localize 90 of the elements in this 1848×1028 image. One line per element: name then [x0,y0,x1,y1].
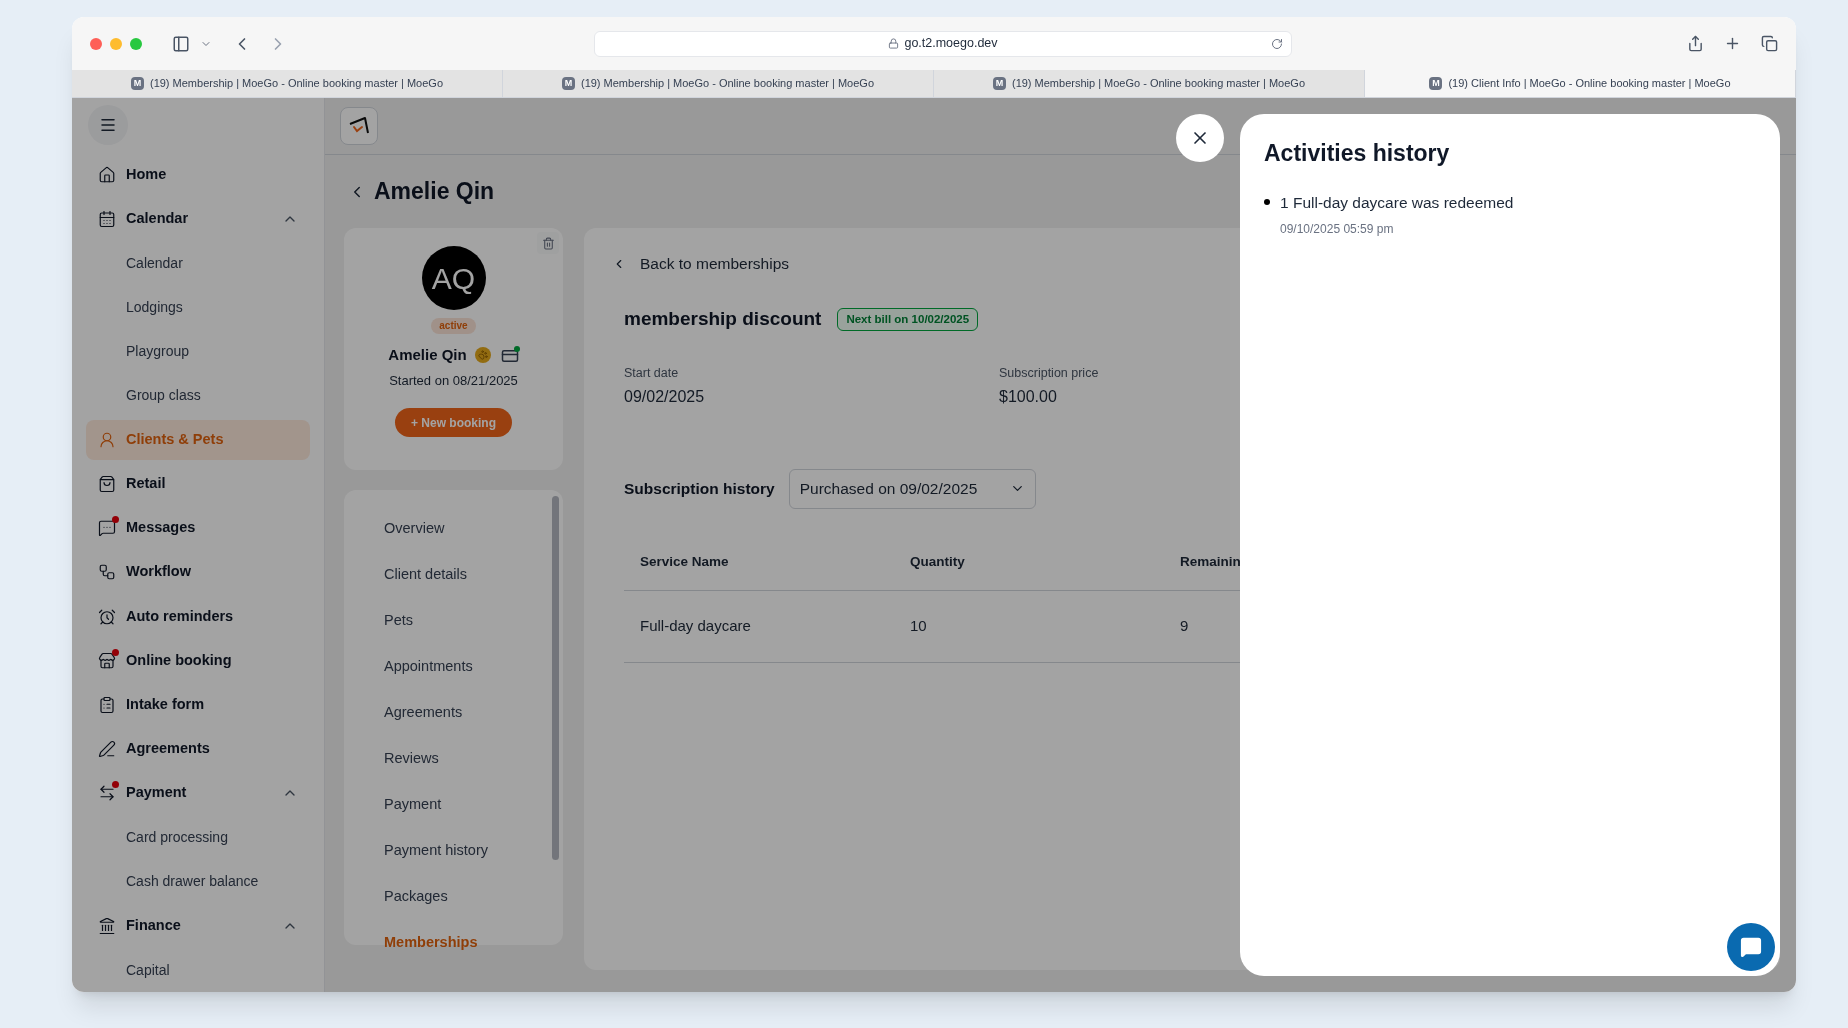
page-title: Amelie Qin [374,177,495,207]
sidebar-item[interactable]: Retail [86,464,310,504]
reload-icon[interactable] [1271,37,1283,50]
tab-title: (19) Client Info | MoeGo - Online booking master | MoeGo [1448,76,1731,92]
url-text: go.t2.moego.dev [904,35,998,53]
client-nav-item[interactable]: Packages [384,886,448,908]
sidebar-toggle-icon[interactable] [172,34,190,53]
workflow-icon [98,563,116,582]
sidebar-item[interactable]: Calendar [86,198,310,239]
client-nav-item[interactable]: Client details [384,564,467,586]
sidebar-subitem[interactable]: Group class [126,385,201,407]
alarm-clock-icon [98,607,116,626]
client-nav-item[interactable]: Payment [384,794,442,816]
new-tab-icon[interactable] [1724,35,1741,52]
logo-icon [348,116,370,136]
activity-time: 09/10/2025 05:59 pm [1280,220,1395,238]
trash-icon [541,236,555,250]
table-cell-text: Full-day daycare [640,615,752,636]
client-nav-item[interactable]: Agreements [384,702,463,724]
sidebar-subitem[interactable]: Capital [126,959,170,981]
activity-text: 1 Full-day daycare was redeemed [1280,192,1514,213]
bank-icon [98,916,116,935]
favicon: M [130,77,144,90]
chat-icon [98,519,116,538]
close-window-icon[interactable] [90,37,102,50]
tab-title: (19) Membership | MoeGo - Online booking master | MoeGo [149,76,444,92]
field-value: 09/02/2025 [624,386,706,407]
paw-badge-icon [474,347,491,364]
sidebar-item[interactable]: Workflow [86,552,310,593]
start-date-text: Started on 08/21/2025 [389,371,518,390]
bag-icon [98,475,116,493]
favicon: M [561,77,575,90]
membership-title: membership discount [624,307,822,332]
user-icon [98,430,116,449]
sidebar-item[interactable]: Payment [86,773,310,814]
chat-button[interactable] [1727,923,1775,971]
client-nav-item[interactable]: Reviews [384,748,439,770]
column-header: Remainin [1180,552,1242,571]
sidebar-subitem[interactable]: Playgroup [126,340,190,362]
browser-tab[interactable]: M (19) Client Info | MoeGo - Online booking master | MoeGo [1365,70,1796,97]
menu-button[interactable] [88,105,128,145]
clipboard-icon [98,695,116,714]
field-value: $100.00 [999,386,1058,407]
field-label: Start date [624,364,680,382]
next-bill-badge: Next bill on 10/02/2025 [837,308,979,331]
sidebar-item[interactable]: Messages [86,508,310,549]
sidebar-item[interactable]: Auto reminders [86,596,310,637]
favicon: M [1429,77,1443,90]
chat-icon [1740,936,1762,958]
table-cell-text: 10 [910,615,928,636]
subscription-history-label: Subscription history [624,478,775,499]
client-nav-item[interactable]: Appointments [384,656,473,678]
tabs-overview-icon[interactable] [1761,35,1778,52]
lock-icon [888,38,900,49]
back-link[interactable]: Back to memberships [612,252,790,276]
client-nav-item[interactable]: Payment history [384,840,488,862]
history-select[interactable]: Purchased on 09/02/2025 [788,468,1036,509]
column-header: Quantity [910,552,966,571]
sidebar-subitem[interactable]: Lodgings [126,296,183,318]
status-badge: active [431,318,476,334]
sidebar-subitem[interactable]: Cash drawer balance [126,871,259,893]
sidebar-item[interactable]: Intake form [86,684,310,725]
column-header: Service Name [640,552,730,571]
sidebar-subitem[interactable]: Calendar [126,252,183,274]
sidebar-item[interactable]: Agreements [86,729,310,770]
drawer-title: Activities history [1264,139,1451,168]
store-icon [98,651,116,670]
tab-title: (19) Membership | MoeGo - Online booking master | MoeGo [1011,76,1306,92]
table-cell-text: 9 [1180,615,1190,636]
logo-button[interactable] [340,107,378,145]
sidebar-item[interactable]: Finance [86,905,310,946]
sidebar-item[interactable]: Online booking [86,640,310,681]
share-icon[interactable] [1687,35,1704,52]
card-icon [500,347,519,364]
favicon: M [992,77,1006,90]
address-bar[interactable]: go.t2.moego.dev [594,30,1292,57]
home-icon [98,165,116,184]
delete-button[interactable] [537,232,559,254]
client-nav-item[interactable]: Overview [384,518,445,540]
tab-title: (19) Membership | MoeGo - Online booking master | MoeGo [580,76,875,92]
pen-icon [98,740,116,759]
calendar-icon [98,209,116,228]
bullet-icon [1264,198,1270,205]
client-name: Amelie Qin [388,345,467,365]
sidebar-item[interactable]: Home [86,154,310,195]
client-nav-item[interactable]: Pets [384,610,413,632]
sidebar-subitem[interactable]: Card processing [126,827,228,848]
avatar: AQ [421,246,486,310]
field-label: Subscription price [999,364,1100,382]
arrows-icon [98,784,116,803]
